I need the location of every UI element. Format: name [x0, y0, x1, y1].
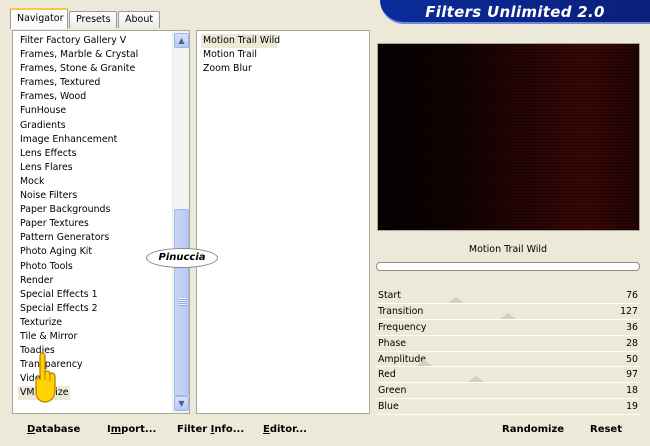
editor-button[interactable]: Editor...	[263, 418, 307, 442]
pointing-hand-icon	[35, 352, 56, 403]
scroll-thumb[interactable]	[174, 209, 189, 396]
watermark-logo: Pinuccia	[146, 248, 218, 268]
param-label: Start	[378, 290, 401, 301]
grip-icon	[179, 298, 186, 306]
category-item[interactable]: Texturize	[20, 316, 173, 330]
category-scrollbar[interactable]: ▲ ▼	[172, 31, 189, 413]
app-title-banner: Filters Unlimited 2.0	[380, 0, 650, 24]
param-label: Transition	[378, 305, 424, 317]
import-button[interactable]: Import...	[107, 418, 156, 442]
filter-item[interactable]: Motion Trail	[203, 48, 369, 62]
bottom-button-bar: Database Import... Filter Info... Editor…	[0, 418, 650, 446]
category-item[interactable]: Frames, Textured	[20, 76, 173, 90]
tab-about[interactable]: About	[118, 11, 160, 28]
preview-image	[377, 43, 640, 231]
scroll-down-button[interactable]: ▼	[174, 396, 189, 411]
reset-button[interactable]: Reset	[590, 418, 622, 442]
category-item[interactable]: Image Enhancement	[20, 133, 173, 147]
filter-item[interactable]: Motion Trail Wild	[201, 34, 280, 49]
slider-marker[interactable]	[416, 360, 432, 367]
selected-filter-name: Motion Trail Wild	[468, 244, 548, 255]
param-row[interactable]: Transition 127	[376, 304, 640, 320]
tab-navigator[interactable]: Navigator	[10, 8, 68, 29]
category-item[interactable]: Noise Filters	[20, 189, 173, 203]
category-item[interactable]: Pattern Generators	[20, 231, 173, 245]
slider-marker[interactable]	[448, 296, 464, 303]
param-row[interactable]: Red 97	[376, 367, 640, 384]
category-item[interactable]: Paper Textures	[20, 217, 173, 231]
param-label: Frequency	[378, 321, 427, 333]
category-item[interactable]: Gradients	[20, 119, 173, 133]
category-item[interactable]: Special Effects 2	[20, 302, 173, 316]
filter-item[interactable]: Zoom Blur	[203, 62, 369, 76]
category-item[interactable]: Special Effects 1	[20, 288, 173, 302]
category-item[interactable]: Filter Factory Gallery V	[20, 34, 173, 48]
category-item[interactable]: Frames, Marble & Crystal	[20, 48, 173, 62]
category-item[interactable]: Mock	[20, 175, 173, 189]
category-item[interactable]: Render	[20, 274, 173, 288]
param-value: 36	[626, 321, 638, 333]
param-label: Blue	[378, 401, 399, 413]
progress-bar	[376, 262, 640, 271]
filter-list[interactable]: Motion Trail Wild Motion Trail Zoom Blur	[196, 30, 370, 414]
param-row[interactable]: Amplitude 50	[376, 352, 640, 368]
param-value: 18	[626, 385, 638, 397]
param-row[interactable]: Frequency 36	[376, 320, 640, 336]
category-item[interactable]: FunHouse	[20, 104, 173, 118]
category-item[interactable]: Lens Effects	[20, 147, 173, 161]
param-value: 50	[626, 353, 638, 365]
param-value: 97	[626, 369, 638, 381]
param-row[interactable]: Start 76	[376, 288, 640, 304]
category-item[interactable]: Frames, Stone & Granite	[20, 62, 173, 76]
param-value: 28	[626, 337, 638, 349]
category-item[interactable]: Paper Backgrounds	[20, 203, 173, 217]
param-label: Red	[378, 369, 396, 381]
category-item[interactable]: Lens Flares	[20, 161, 173, 175]
slider-marker[interactable]	[500, 312, 516, 319]
param-value: 19	[626, 401, 638, 413]
randomize-button[interactable]: Randomize	[502, 418, 564, 442]
database-button[interactable]: Database	[27, 418, 80, 442]
tab-presets[interactable]: Presets	[69, 11, 117, 28]
param-row[interactable]: Phase 28	[376, 336, 640, 352]
filter-info-button[interactable]: Filter Info...	[177, 418, 244, 442]
category-item[interactable]: Frames, Wood	[20, 90, 173, 104]
param-row[interactable]: Blue 19	[376, 399, 640, 416]
param-row[interactable]: Green 18	[376, 383, 640, 400]
slider-marker[interactable]	[468, 376, 484, 383]
parameter-sliders: Start 76 Transition 127 Frequency 36 Phase 28 Am…	[376, 288, 640, 416]
param-label: Phase	[378, 337, 406, 349]
category-item[interactable]: Tile & Mirror	[20, 330, 173, 344]
param-label: Green	[378, 385, 407, 397]
param-value: 127	[620, 305, 638, 317]
scroll-up-button[interactable]: ▲	[174, 33, 189, 48]
param-value: 76	[626, 290, 638, 301]
